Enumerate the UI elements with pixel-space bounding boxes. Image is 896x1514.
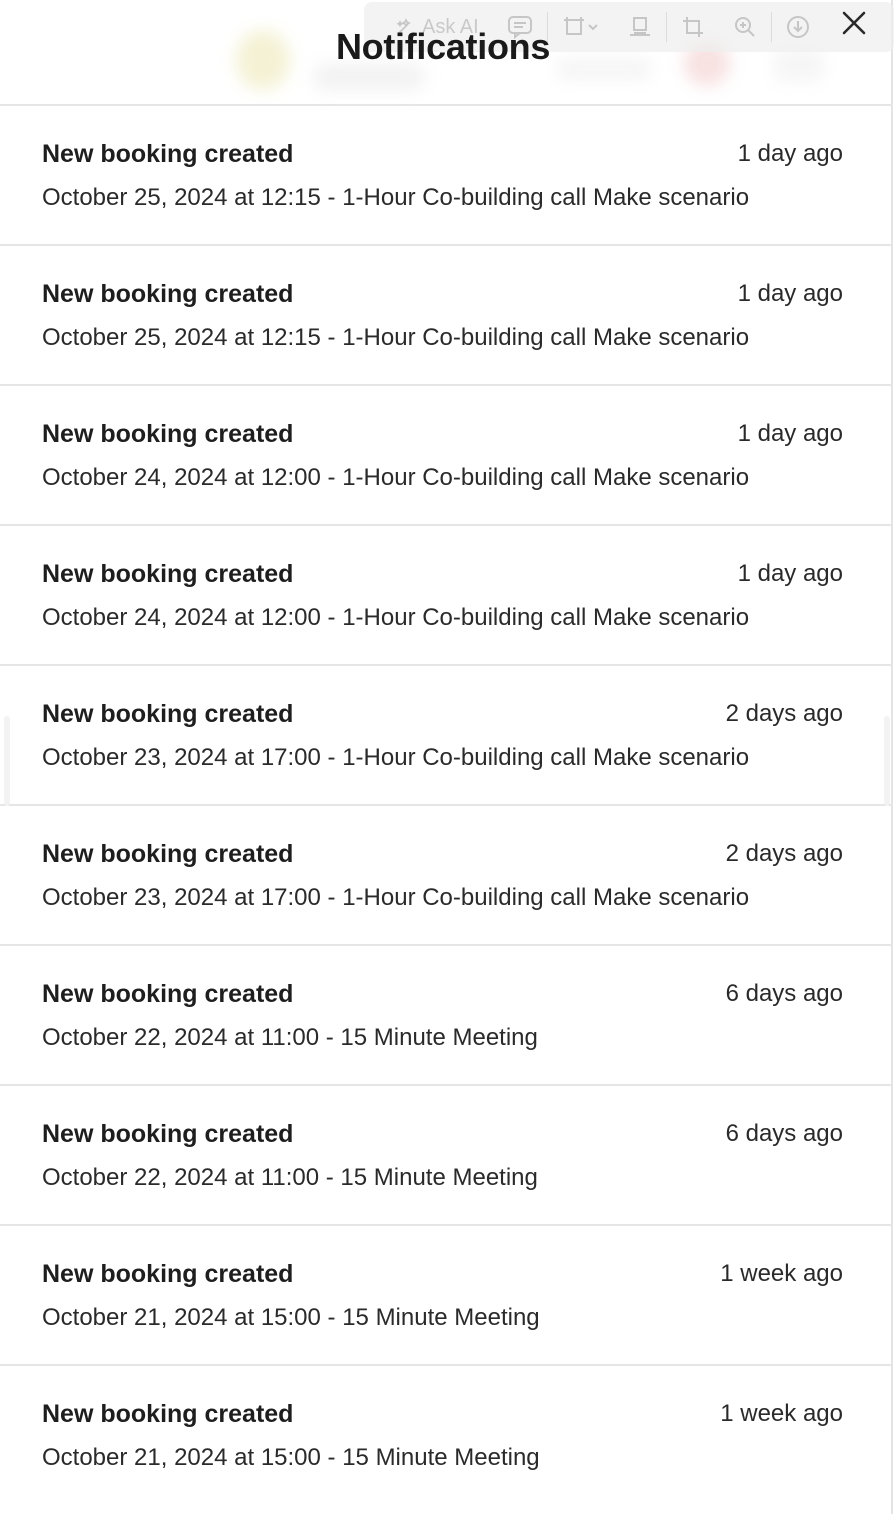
notification-description: October 25, 2024 at 12:15 - 1-Hour Co-bu… (42, 184, 750, 211)
notification-description: October 22, 2024 at 11:00 - 15 Minute Me… (42, 1164, 538, 1191)
notification-item[interactable]: New booking created 1 day ago October 25… (0, 246, 891, 386)
notification-time: 1 day ago (737, 280, 843, 307)
scrollbar[interactable] (884, 716, 890, 806)
notification-item[interactable]: New booking created 6 days ago October 2… (0, 1086, 891, 1226)
notification-title: New booking created (42, 1400, 294, 1428)
notification-item[interactable]: New booking created 2 days ago October 2… (0, 666, 891, 806)
notification-title: New booking created (42, 280, 294, 308)
notification-title: New booking created (42, 980, 294, 1008)
page-title: Notifications (335, 26, 551, 67)
scroll-indicator (4, 716, 10, 806)
notification-description: October 24, 2024 at 12:00 - 1-Hour Co-bu… (42, 464, 750, 491)
notification-description: October 25, 2024 at 12:15 - 1-Hour Co-bu… (42, 324, 750, 351)
notification-time: 1 week ago (720, 1260, 843, 1287)
notification-title: New booking created (42, 700, 294, 728)
notification-description: October 24, 2024 at 12:00 - 1-Hour Co-bu… (42, 604, 750, 631)
notification-time: 1 day ago (737, 560, 843, 587)
notification-time: 6 days ago (725, 1120, 843, 1147)
notification-description: October 22, 2024 at 11:00 - 15 Minute Me… (42, 1024, 538, 1051)
notification-item[interactable]: New booking created 6 days ago October 2… (0, 946, 891, 1086)
notification-title: New booking created (42, 1120, 294, 1148)
notification-time: 1 week ago (720, 1400, 843, 1427)
notification-title: New booking created (42, 420, 294, 448)
notification-item[interactable]: New booking created 1 week ago October 2… (0, 1366, 891, 1506)
notification-item[interactable]: New booking created 1 day ago October 25… (0, 106, 891, 246)
notification-description: October 23, 2024 at 17:00 - 1-Hour Co-bu… (42, 884, 750, 911)
notifications-panel: Ask AI Notifications New booking created… (0, 0, 894, 1514)
notification-description: October 21, 2024 at 15:00 - 15 Minute Me… (42, 1444, 540, 1471)
notification-time: 6 days ago (725, 980, 843, 1007)
notification-time: 2 days ago (725, 700, 843, 727)
notification-title: New booking created (42, 840, 294, 868)
notification-title: New booking created (42, 560, 294, 588)
notification-list: New booking created 1 day ago October 25… (0, 106, 891, 1506)
notification-item[interactable]: New booking created 1 week ago October 2… (0, 1226, 891, 1366)
notification-description: October 21, 2024 at 15:00 - 15 Minute Me… (42, 1304, 540, 1331)
notification-time: 2 days ago (725, 840, 843, 867)
notification-description: October 23, 2024 at 17:00 - 1-Hour Co-bu… (42, 744, 750, 771)
notification-time: 1 day ago (737, 140, 843, 167)
notification-item[interactable]: New booking created 1 day ago October 24… (0, 386, 891, 526)
notification-item[interactable]: New booking created 1 day ago October 24… (0, 526, 891, 666)
notification-item[interactable]: New booking created 2 days ago October 2… (0, 806, 891, 946)
notification-time: 1 day ago (737, 420, 843, 447)
notification-title: New booking created (42, 140, 294, 168)
notification-title: New booking created (42, 1260, 294, 1288)
